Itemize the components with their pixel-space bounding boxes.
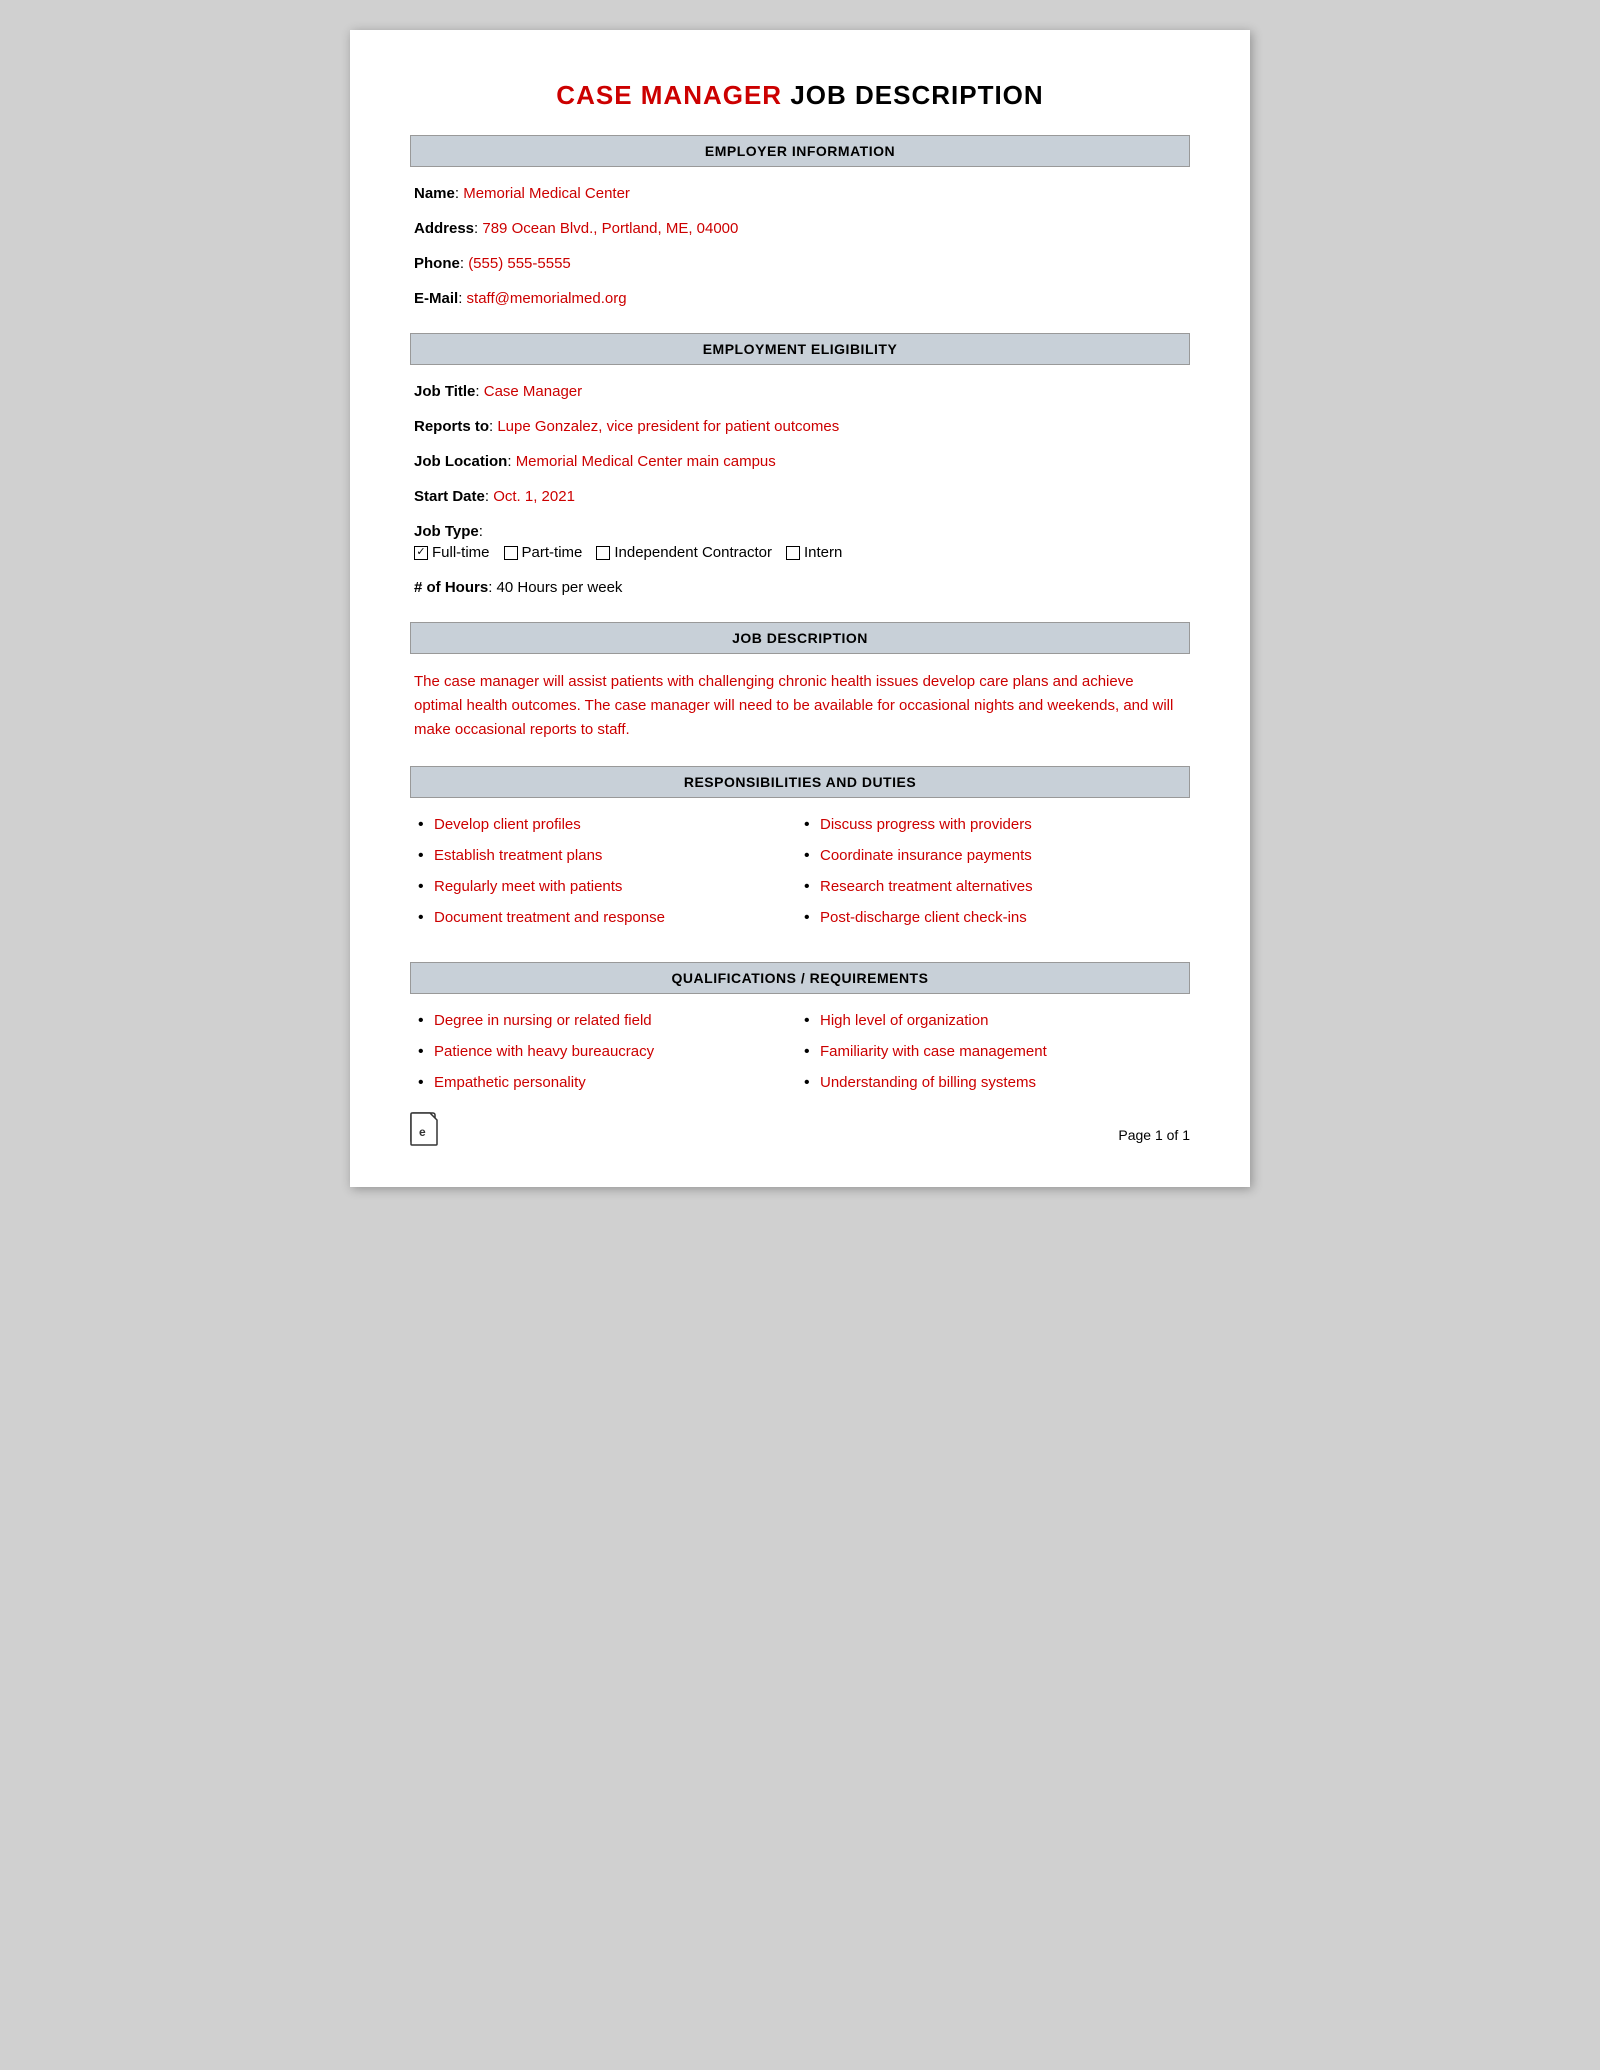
checkbox-fulltime-label: Full-time bbox=[432, 542, 490, 563]
checkbox-intern: Intern bbox=[786, 542, 842, 563]
email-label: E-Mail bbox=[414, 290, 458, 307]
list-item: Degree in nursing or related field bbox=[414, 1010, 800, 1031]
list-item: Develop client profiles bbox=[414, 814, 800, 835]
job-type-label: Job Type bbox=[414, 523, 479, 540]
job-title-row: Job Title: Case Manager bbox=[414, 381, 1186, 402]
title-black: JOB DESCRIPTION bbox=[782, 80, 1044, 110]
list-item: Establish treatment plans bbox=[414, 845, 800, 866]
start-date-label: Start Date bbox=[414, 488, 485, 505]
title-red: CASE MANAGER bbox=[556, 80, 782, 110]
checkbox-intern-box bbox=[786, 546, 800, 560]
qualifications-section: QUALIFICATIONS / REQUIREMENTS Degree in … bbox=[410, 962, 1190, 1103]
address-row: Address: 789 Ocean Blvd., Portland, ME, … bbox=[414, 218, 1186, 239]
qualifications-left-list: Degree in nursing or related field Patie… bbox=[414, 1010, 800, 1103]
page-number: Page 1 of 1 bbox=[1118, 1127, 1190, 1143]
reports-to-label: Reports to bbox=[414, 418, 489, 435]
hours-row: # of Hours: 40 Hours per week bbox=[414, 577, 1186, 598]
email-value: staff@memorialmed.org bbox=[467, 290, 627, 307]
job-title-value: Case Manager bbox=[484, 383, 582, 400]
qualifications-right-list: High level of organization Familiarity w… bbox=[800, 1010, 1186, 1103]
responsibilities-header: RESPONSIBILITIES AND DUTIES bbox=[410, 766, 1190, 798]
checkbox-contractor-box bbox=[596, 546, 610, 560]
list-item: Regularly meet with patients bbox=[414, 876, 800, 897]
list-item: Understanding of billing systems bbox=[800, 1072, 1186, 1093]
qualifications-lists: Degree in nursing or related field Patie… bbox=[410, 1010, 1190, 1103]
list-item: Empathetic personality bbox=[414, 1072, 800, 1093]
employer-info-header: EMPLOYER INFORMATION bbox=[410, 135, 1190, 167]
checkbox-parttime-box bbox=[504, 546, 518, 560]
page-title: CASE MANAGER JOB DESCRIPTION bbox=[410, 80, 1190, 111]
document-icon: e bbox=[410, 1112, 442, 1157]
checkbox-contractor: Independent Contractor bbox=[596, 542, 772, 563]
checkbox-contractor-label: Independent Contractor bbox=[614, 542, 772, 563]
list-item: Discuss progress with providers bbox=[800, 814, 1186, 835]
job-description-section: JOB DESCRIPTION The case manager will as… bbox=[410, 622, 1190, 742]
address-value: 789 Ocean Blvd., Portland, ME, 04000 bbox=[482, 220, 738, 237]
name-label: Name bbox=[414, 185, 455, 202]
checkbox-parttime-label: Part-time bbox=[522, 542, 583, 563]
job-description-text: The case manager will assist patients wi… bbox=[410, 670, 1190, 742]
responsibilities-lists: Develop client profiles Establish treatm… bbox=[410, 814, 1190, 938]
phone-row: Phone: (555) 555-5555 bbox=[414, 253, 1186, 274]
svg-text:e: e bbox=[419, 1125, 426, 1139]
reports-to-row: Reports to: Lupe Gonzalez, vice presiden… bbox=[414, 416, 1186, 437]
employment-eligibility-section: EMPLOYMENT ELIGIBILITY Job Title: Case M… bbox=[410, 333, 1190, 598]
email-row: E-Mail: staff@memorialmed.org bbox=[414, 288, 1186, 309]
phone-label: Phone bbox=[414, 255, 460, 272]
employer-info-block: Name: Memorial Medical Center Address: 7… bbox=[410, 183, 1190, 309]
document-page: CASE MANAGER JOB DESCRIPTION EMPLOYER IN… bbox=[350, 30, 1250, 1187]
responsibilities-right-list: Discuss progress with providers Coordina… bbox=[800, 814, 1186, 938]
job-location-row: Job Location: Memorial Medical Center ma… bbox=[414, 451, 1186, 472]
list-item: Research treatment alternatives bbox=[800, 876, 1186, 897]
checkbox-fulltime-box: ✓ bbox=[414, 546, 428, 560]
employment-eligibility-block: Job Title: Case Manager Reports to: Lupe… bbox=[410, 381, 1190, 598]
responsibilities-section: RESPONSIBILITIES AND DUTIES Develop clie… bbox=[410, 766, 1190, 938]
job-description-header: JOB DESCRIPTION bbox=[410, 622, 1190, 654]
start-date-row: Start Date: Oct. 1, 2021 bbox=[414, 486, 1186, 507]
employer-info-section: EMPLOYER INFORMATION Name: Memorial Medi… bbox=[410, 135, 1190, 309]
checkbox-parttime: Part-time bbox=[504, 542, 583, 563]
reports-to-value: Lupe Gonzalez, vice president for patien… bbox=[497, 418, 839, 435]
hours-value: 40 Hours per week bbox=[497, 579, 623, 596]
checkbox-fulltime: ✓ Full-time bbox=[414, 542, 490, 563]
job-title-label: Job Title bbox=[414, 383, 475, 400]
job-type-row: Job Type: ✓ Full-time Part-time Independ… bbox=[414, 521, 1186, 563]
job-type-checkboxes: ✓ Full-time Part-time Independent Contra… bbox=[414, 542, 1186, 563]
footer: e Page 1 of 1 bbox=[410, 1112, 1190, 1157]
list-item: Post-discharge client check-ins bbox=[800, 907, 1186, 928]
address-label: Address bbox=[414, 220, 474, 237]
name-row: Name: Memorial Medical Center bbox=[414, 183, 1186, 204]
job-location-value: Memorial Medical Center main campus bbox=[516, 453, 776, 470]
phone-value: (555) 555-5555 bbox=[468, 255, 571, 272]
qualifications-header: QUALIFICATIONS / REQUIREMENTS bbox=[410, 962, 1190, 994]
employment-eligibility-header: EMPLOYMENT ELIGIBILITY bbox=[410, 333, 1190, 365]
hours-label: # of Hours bbox=[414, 579, 488, 596]
list-item: Coordinate insurance payments bbox=[800, 845, 1186, 866]
responsibilities-left-list: Develop client profiles Establish treatm… bbox=[414, 814, 800, 938]
job-location-label: Job Location bbox=[414, 453, 507, 470]
start-date-value: Oct. 1, 2021 bbox=[493, 488, 575, 505]
checkbox-intern-label: Intern bbox=[804, 542, 842, 563]
list-item: Document treatment and response bbox=[414, 907, 800, 928]
name-value: Memorial Medical Center bbox=[463, 185, 630, 202]
list-item: Familiarity with case management bbox=[800, 1041, 1186, 1062]
list-item: High level of organization bbox=[800, 1010, 1186, 1031]
list-item: Patience with heavy bureaucracy bbox=[414, 1041, 800, 1062]
